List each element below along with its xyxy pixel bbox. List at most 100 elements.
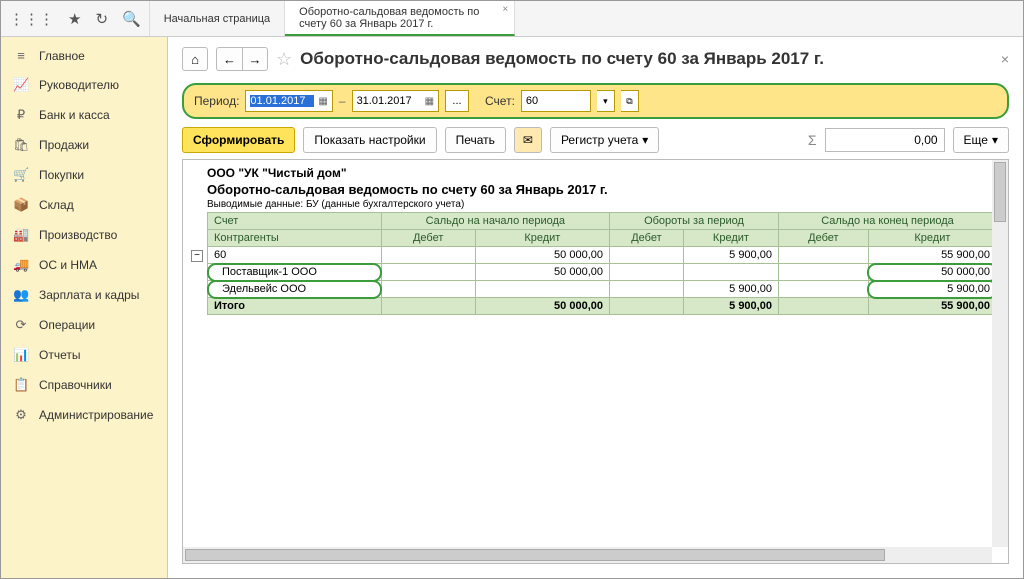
page-header: ⌂ ← → ☆ Оборотно-сальдовая ведомость по … xyxy=(168,37,1023,79)
sum-icon: Σ xyxy=(808,132,817,148)
bars-icon: 📊 xyxy=(13,347,29,363)
cart-icon: 🛒 xyxy=(13,167,29,183)
sidebar-item-warehouse[interactable]: 📦 Склад xyxy=(1,190,167,220)
calendar-icon[interactable]: ▦ xyxy=(318,96,327,107)
th-start: Сальдо на начало периода xyxy=(381,213,609,230)
sidebar-item-salary[interactable]: 👥 Зарплата и кадры xyxy=(1,280,167,310)
factory-icon: 🏭 xyxy=(13,227,29,243)
sidebar: ≡ Главное 📈Руководителю ₽Банк и касса 🛍Пр… xyxy=(1,37,168,578)
settings-button[interactable]: Показать настройки xyxy=(303,127,436,153)
search-icon[interactable]: 🔍 xyxy=(122,10,141,28)
period-label: Период: xyxy=(194,94,239,108)
sidebar-item-label: Производство xyxy=(39,228,117,242)
th-end: Сальдо на конец периода xyxy=(778,213,996,230)
period-bar: Период: ▦ – ▦ ... Счет: ▾ ⧉ xyxy=(182,83,1009,119)
gear-icon: ⚙ xyxy=(13,407,29,423)
print-button[interactable]: Печать xyxy=(445,127,506,153)
th-debit: Дебет xyxy=(778,230,868,247)
tab-report[interactable]: Оборотно-сальдовая ведомость по счету 60… xyxy=(285,1,515,36)
sidebar-item-operations[interactable]: ⟳ Операции xyxy=(1,310,167,340)
sidebar-item-main[interactable]: ≡ Главное xyxy=(1,41,167,70)
home-button[interactable]: ⌂ xyxy=(182,47,208,71)
table-row[interactable]: 6050 000,005 900,0055 900,00 xyxy=(208,247,997,264)
mail-icon: ✉ xyxy=(523,133,533,147)
sidebar-item-assets[interactable]: 🚚 ОС и НМА xyxy=(1,250,167,280)
period-to-field[interactable] xyxy=(357,95,421,107)
star-icon[interactable]: ☆ xyxy=(276,49,292,70)
period-select-button[interactable]: ... xyxy=(445,90,469,112)
account-label: Счет: xyxy=(485,94,515,108)
report-table: Счет Сальдо на начало периода Обороты за… xyxy=(207,212,997,315)
th-turn: Обороты за период xyxy=(609,213,778,230)
form-button[interactable]: Сформировать xyxy=(182,127,295,153)
sidebar-item-label: Администрирование xyxy=(39,408,153,422)
report-title: Оборотно-сальдовая ведомость по счету 60… xyxy=(207,182,998,197)
report-subtitle: Выводимые данные: БУ (данные бухгалтерск… xyxy=(207,199,998,210)
th-contr: Контрагенты xyxy=(208,230,382,247)
period-to-input[interactable]: ▦ xyxy=(352,90,439,112)
sum-input[interactable] xyxy=(825,128,945,152)
tabs: Начальная страница Оборотно-сальдовая ве… xyxy=(150,1,515,36)
sidebar-item-label: Отчеты xyxy=(39,348,80,362)
th-credit: Кредит xyxy=(475,230,609,247)
sidebar-item-label: Продажи xyxy=(39,138,89,152)
period-from-input[interactable]: ▦ xyxy=(245,90,332,112)
tree-collapse-button[interactable]: − xyxy=(191,250,203,262)
org-name: ООО "УК "Чистый дом" xyxy=(207,166,998,180)
account-input[interactable] xyxy=(521,90,591,112)
people-icon: 👥 xyxy=(13,287,29,303)
sidebar-item-label: ОС и НМА xyxy=(39,258,97,272)
topbar: ⋮⋮⋮ ★ ↻ 🔍 Начальная страница Оборотно-са… xyxy=(1,1,1023,37)
th-credit: Кредит xyxy=(868,230,996,247)
scrollbar-horizontal[interactable] xyxy=(183,547,992,563)
sidebar-item-reports[interactable]: 📊 Отчеты xyxy=(1,340,167,370)
dash: – xyxy=(339,94,346,108)
sidebar-item-label: Зарплата и кадры xyxy=(39,288,139,302)
sidebar-item-label: Склад xyxy=(39,198,74,212)
sidebar-item-label: Руководителю xyxy=(39,78,119,92)
account-open-button[interactable]: ⧉ xyxy=(621,90,639,112)
tab-report-label: Оборотно-сальдовая ведомость по счету 60… xyxy=(299,6,500,30)
register-button[interactable]: Регистр учета ▾ xyxy=(550,127,659,153)
account-dropdown-button[interactable]: ▾ xyxy=(597,90,615,112)
cycle-icon: ⟳ xyxy=(13,317,29,333)
sidebar-item-manager[interactable]: 📈Руководителю xyxy=(1,70,167,100)
mail-button[interactable]: ✉ xyxy=(514,127,542,153)
clipboard-icon: 📋 xyxy=(13,377,29,393)
favorites-icon[interactable]: ★ xyxy=(68,10,81,28)
ruble-icon: ₽ xyxy=(13,107,29,123)
period-from-field[interactable] xyxy=(250,95,314,107)
calendar-icon[interactable]: ▦ xyxy=(425,96,434,107)
sidebar-item-directories[interactable]: 📋Справочники xyxy=(1,370,167,400)
table-row[interactable]: Эдельвейс ООО5 900,005 900,00 xyxy=(208,281,997,298)
history-icon[interactable]: ↻ xyxy=(95,10,108,28)
sidebar-item-purchases[interactable]: 🛒 Покупки xyxy=(1,160,167,190)
sidebar-item-label: Главное xyxy=(39,49,85,63)
menu-icon: ≡ xyxy=(13,48,29,63)
th-debit: Дебет xyxy=(609,230,683,247)
chevron-down-icon: ▾ xyxy=(992,133,998,147)
forward-button[interactable]: → xyxy=(242,47,268,71)
back-button[interactable]: ← xyxy=(216,47,242,71)
truck-icon: 🚚 xyxy=(13,257,29,273)
th-account: Счет xyxy=(208,213,382,230)
sidebar-item-label: Операции xyxy=(39,318,95,332)
sidebar-item-production[interactable]: 🏭 Производство xyxy=(1,220,167,250)
sidebar-item-sales[interactable]: 🛍Продажи xyxy=(1,130,167,160)
chevron-down-icon: ▾ xyxy=(642,133,648,147)
scrollbar-vertical[interactable] xyxy=(992,160,1008,547)
close-icon[interactable]: × xyxy=(502,4,508,15)
page-title: Оборотно-сальдовая ведомость по счету 60… xyxy=(300,49,824,69)
box-icon: 📦 xyxy=(13,197,29,213)
th-debit: Дебет xyxy=(381,230,475,247)
sidebar-item-bank[interactable]: ₽Банк и касса xyxy=(1,100,167,130)
sidebar-item-label: Покупки xyxy=(39,168,84,182)
tab-start-page[interactable]: Начальная страница xyxy=(150,1,285,36)
table-row-total: Итого50 000,005 900,0055 900,00 xyxy=(208,298,997,315)
close-page-button[interactable]: × xyxy=(1001,51,1009,67)
apps-icon[interactable]: ⋮⋮⋮ xyxy=(9,10,54,28)
sidebar-item-admin[interactable]: ⚙ Администрирование xyxy=(1,400,167,430)
more-button[interactable]: Еще ▾ xyxy=(953,127,1009,153)
table-row[interactable]: Поставщик-1 ООО50 000,0050 000,00 xyxy=(208,264,997,281)
th-credit: Кредит xyxy=(683,230,778,247)
